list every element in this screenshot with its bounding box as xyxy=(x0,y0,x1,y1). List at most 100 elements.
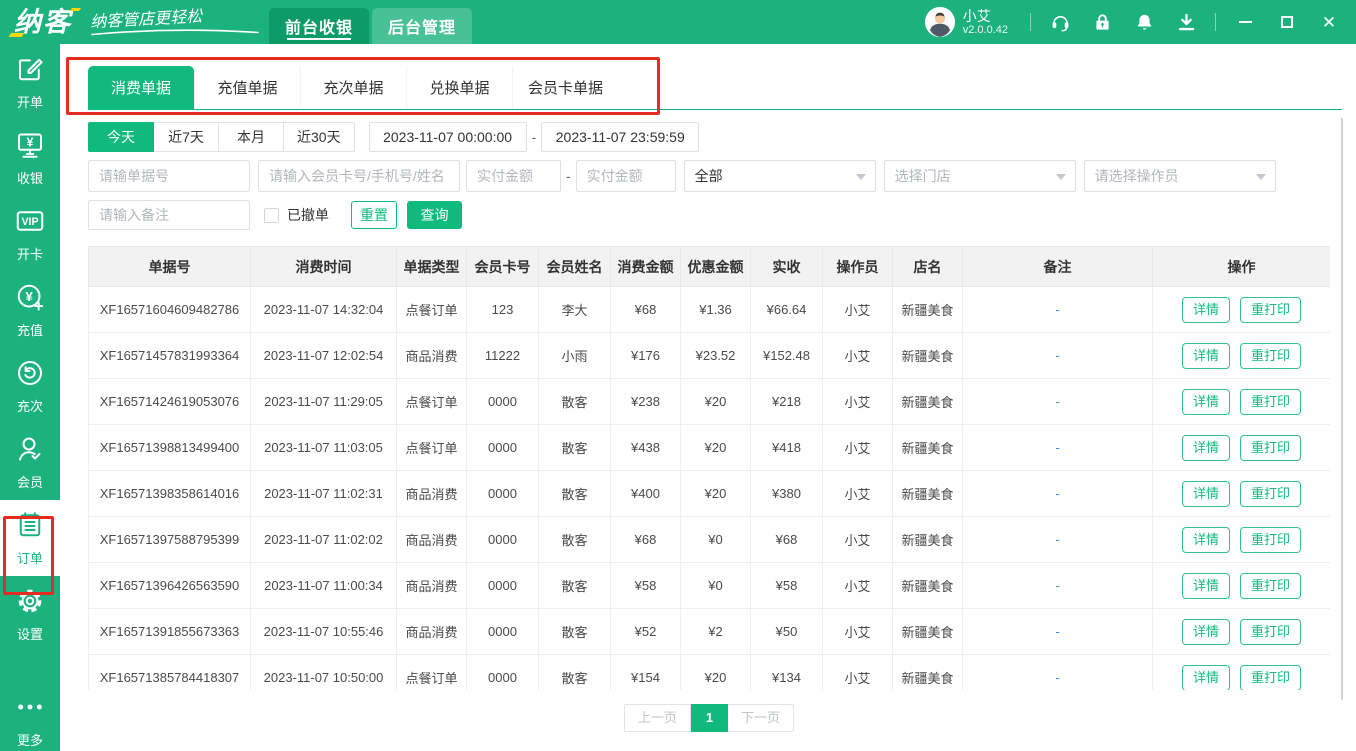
customer-service-icon[interactable] xyxy=(1039,12,1081,33)
column-header-实收: 实收 xyxy=(751,247,823,287)
reprint-button[interactable]: 重打印 xyxy=(1240,435,1301,461)
cell-操作员: 小艾 xyxy=(823,471,893,517)
detail-button[interactable]: 详情 xyxy=(1182,619,1230,645)
cell-单据类型: 点餐订单 xyxy=(397,379,467,425)
cell-操作员: 小艾 xyxy=(823,287,893,333)
download-icon[interactable] xyxy=(1165,12,1207,33)
store-select[interactable]: 选择门店 xyxy=(884,160,1076,192)
recharge-icon: ¥ xyxy=(15,282,45,317)
cell-操作员: 小艾 xyxy=(823,425,893,471)
sidebar-item-更多[interactable]: 更多 xyxy=(0,689,60,751)
orders-table: 单据号消费时间单据类型会员卡号会员姓名消费金额优惠金额实收操作员店名备注操作 X… xyxy=(88,246,1330,690)
cell-会员卡号: 123 xyxy=(467,287,539,333)
top-tab-backoffice[interactable]: 后台管理 xyxy=(372,8,472,44)
sidebar-item-设置[interactable]: 设置 xyxy=(0,576,60,652)
reprint-button[interactable]: 重打印 xyxy=(1240,665,1301,691)
sidebar-item-订单[interactable]: 订单 xyxy=(0,500,60,576)
sidebar-item-充次[interactable]: 充次 xyxy=(0,348,60,424)
remark-input[interactable] xyxy=(88,200,250,230)
table-row: XF165714578319933642023-11-07 12:02:54商品… xyxy=(89,333,1331,379)
vertical-scrollbar[interactable] xyxy=(1341,118,1343,700)
chevron-down-icon xyxy=(1056,174,1066,180)
current-page-button[interactable]: 1 xyxy=(691,704,728,732)
tab-兑换单据[interactable]: 兑换单据 xyxy=(406,66,512,109)
tab-充次单据[interactable]: 充次单据 xyxy=(300,66,406,109)
cell-实收: ¥134 xyxy=(751,655,823,691)
cell-优惠金额: ¥0 xyxy=(681,563,751,609)
app-tagline: 纳客管店更轻松 xyxy=(89,0,255,32)
prev-page-button[interactable]: 上一页 xyxy=(624,704,691,732)
reprint-button[interactable]: 重打印 xyxy=(1240,573,1301,599)
sidebar-item-label: 会员 xyxy=(17,472,43,491)
sidebar-item-开卡[interactable]: VIP开卡 xyxy=(0,196,60,272)
column-header-操作员: 操作员 xyxy=(823,247,893,287)
date-to-input[interactable] xyxy=(541,122,699,152)
reprint-button[interactable]: 重打印 xyxy=(1240,619,1301,645)
cell-操作: 详情重打印 xyxy=(1153,287,1331,333)
top-nav: 前台收银后台管理 xyxy=(269,8,475,44)
operator-select[interactable]: 请选择操作员 xyxy=(1084,160,1276,192)
date-preset-近7天[interactable]: 近7天 xyxy=(153,122,219,152)
amount-min-input[interactable] xyxy=(466,160,561,192)
date-preset-近30天[interactable]: 近30天 xyxy=(283,122,355,152)
sidebar-item-开单[interactable]: 开单 xyxy=(0,44,60,120)
detail-button[interactable]: 详情 xyxy=(1182,435,1230,461)
pay-type-select[interactable]: 全部 xyxy=(684,160,876,192)
cell-单据类型: 商品消费 xyxy=(397,333,467,379)
reprint-button[interactable]: 重打印 xyxy=(1240,389,1301,415)
detail-button[interactable]: 详情 xyxy=(1182,481,1230,507)
table-row: XF165713975887953992023-11-07 11:02:02商品… xyxy=(89,517,1331,563)
top-tab-cashier[interactable]: 前台收银 xyxy=(269,8,369,44)
cell-会员姓名: 散客 xyxy=(539,379,611,425)
detail-button[interactable]: 详情 xyxy=(1182,665,1230,691)
member-input[interactable] xyxy=(258,160,460,192)
cell-消费金额: ¥58 xyxy=(611,563,681,609)
maximize-icon xyxy=(1281,16,1293,28)
reprint-button[interactable]: 重打印 xyxy=(1240,297,1301,323)
sidebar-item-会员[interactable]: 会员 xyxy=(0,424,60,500)
detail-button[interactable]: 详情 xyxy=(1182,389,1230,415)
table-row: XF165716046094827862023-11-07 14:32:04点餐… xyxy=(89,287,1331,333)
cell-会员卡号: 0000 xyxy=(467,517,539,563)
date-from-input[interactable] xyxy=(369,122,527,152)
reprint-button[interactable]: 重打印 xyxy=(1240,527,1301,553)
column-header-消费金额: 消费金额 xyxy=(611,247,681,287)
date-preset-今天[interactable]: 今天 xyxy=(88,122,154,152)
detail-button[interactable]: 详情 xyxy=(1182,343,1230,369)
cell-会员卡号: 0000 xyxy=(467,609,539,655)
close-button[interactable]: ✕ xyxy=(1308,0,1350,44)
cancelled-checkbox[interactable] xyxy=(264,208,279,223)
user-info[interactable]: 小艾 v2.0.0.42 xyxy=(925,7,1008,37)
column-header-单据类型: 单据类型 xyxy=(397,247,467,287)
minimize-button[interactable] xyxy=(1224,0,1266,44)
minimize-icon xyxy=(1239,21,1252,23)
tab-充值单据[interactable]: 充值单据 xyxy=(194,66,300,109)
lock-icon[interactable] xyxy=(1081,12,1123,33)
detail-button[interactable]: 详情 xyxy=(1182,527,1230,553)
detail-button[interactable]: 详情 xyxy=(1182,297,1230,323)
reprint-button[interactable]: 重打印 xyxy=(1240,481,1301,507)
maximize-button[interactable] xyxy=(1266,0,1308,44)
detail-button[interactable]: 详情 xyxy=(1182,573,1230,599)
topbar: 纳客 纳客管店更轻松 前台收银后台管理 小艾 v2.0.0.42 ✕ xyxy=(0,0,1356,44)
column-header-备注: 备注 xyxy=(963,247,1153,287)
reset-button[interactable]: 重置 xyxy=(351,201,397,229)
reprint-button[interactable]: 重打印 xyxy=(1240,343,1301,369)
order-no-input[interactable] xyxy=(88,160,250,192)
cell-店名: 新疆美食 xyxy=(893,609,963,655)
sidebar-item-充值[interactable]: ¥充值 xyxy=(0,272,60,348)
search-button[interactable]: 查询 xyxy=(407,201,462,229)
settings-icon xyxy=(15,586,45,621)
filter-row-date: 今天近7天本月近30天 - xyxy=(88,122,699,152)
cell-单据类型: 商品消费 xyxy=(397,609,467,655)
cell-单据号: XF16571398813499400 xyxy=(89,425,251,471)
sidebar-item-收银[interactable]: ¥收银 xyxy=(0,120,60,196)
tab-会员卡单据[interactable]: 会员卡单据 xyxy=(512,66,618,109)
next-page-button[interactable]: 下一页 xyxy=(727,704,794,732)
date-preset-本月[interactable]: 本月 xyxy=(218,122,284,152)
amount-max-input[interactable] xyxy=(576,160,676,192)
cell-实收: ¥58 xyxy=(751,563,823,609)
bell-icon[interactable] xyxy=(1123,12,1165,33)
cell-会员卡号: 0000 xyxy=(467,379,539,425)
tab-消费单据[interactable]: 消费单据 xyxy=(88,66,194,109)
